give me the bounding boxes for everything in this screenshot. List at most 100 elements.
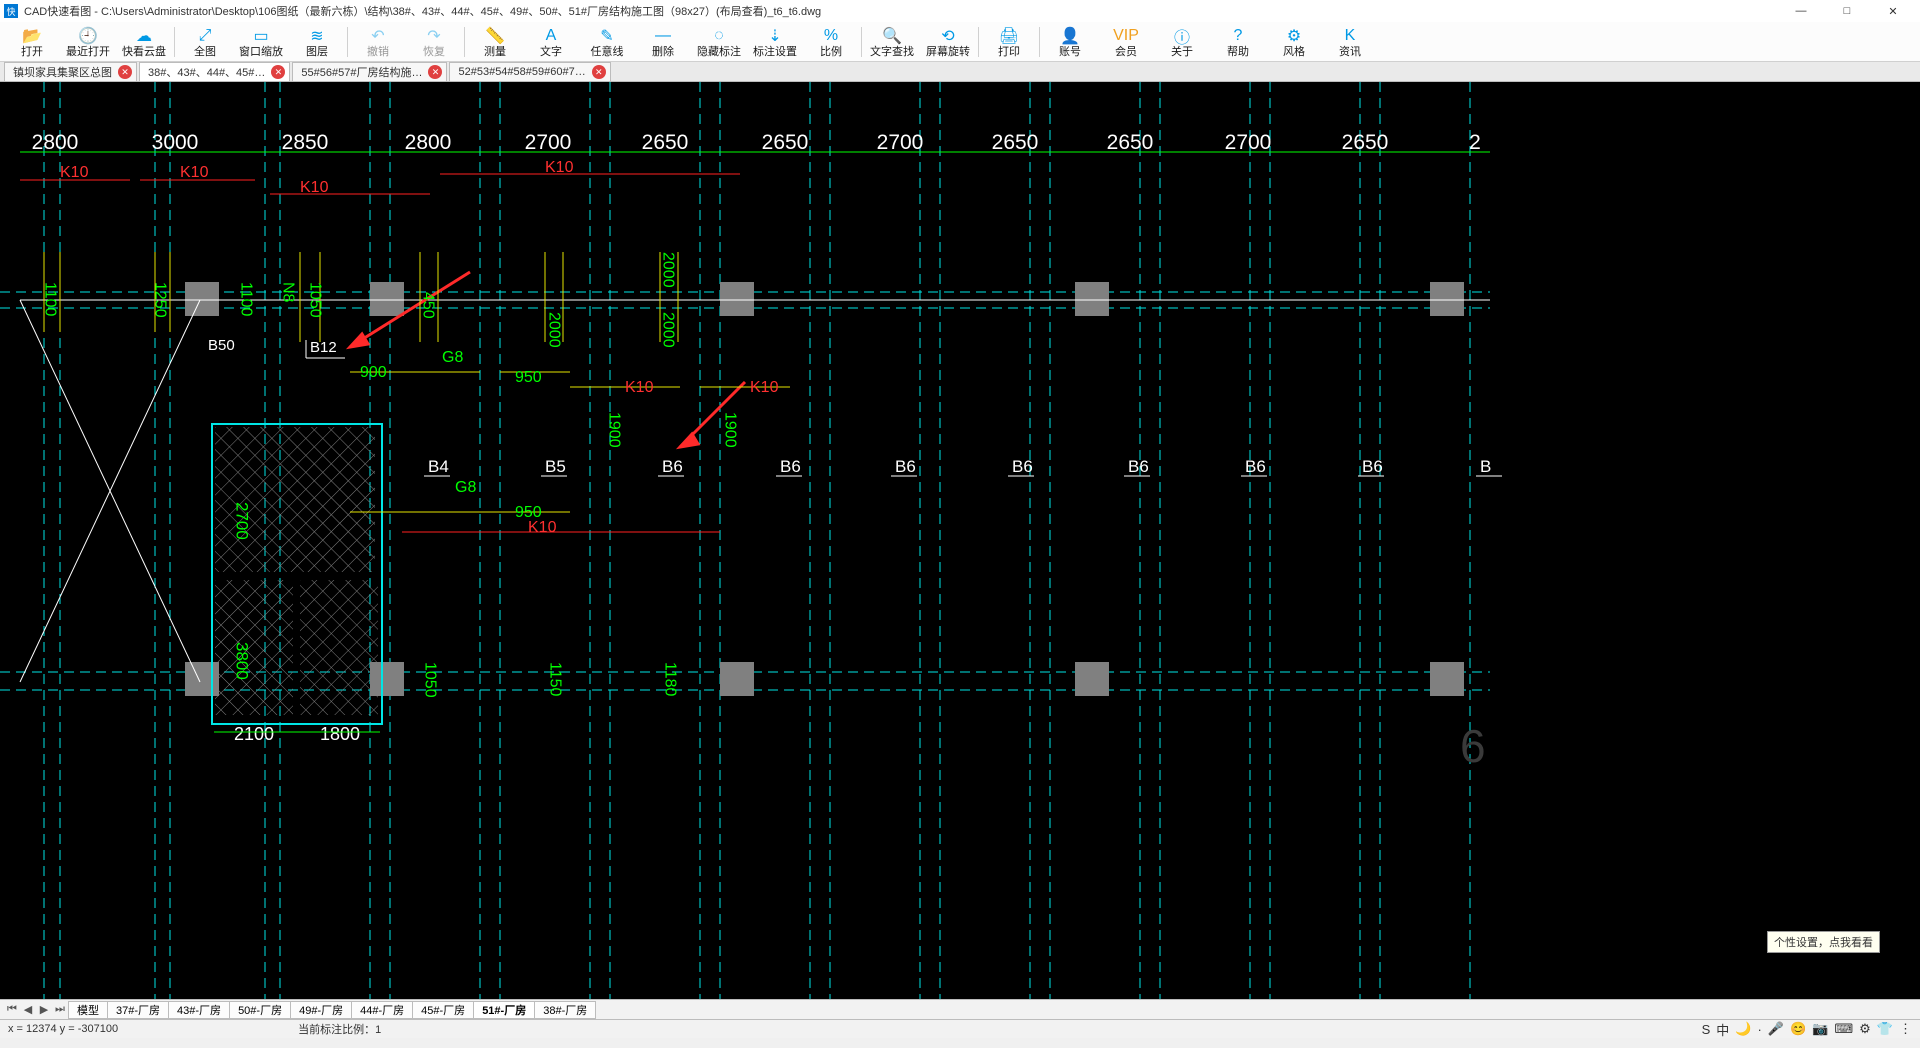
tool-icon: 🔍 [882,26,902,46]
layout-nav[interactable]: ▶ [36,1003,52,1016]
svg-text:2650: 2650 [642,131,689,154]
layout-tab[interactable]: 38#-厂房 [534,1001,596,1019]
layout-nav[interactable]: ◀ [20,1003,36,1016]
tool-删除[interactable]: —删除 [635,22,691,62]
tool-文字[interactable]: A文字 [523,22,579,62]
tray-icon[interactable]: 🌙 [1735,1021,1751,1037]
tool-label: 最近打开 [66,46,110,58]
tool-会员[interactable]: VIP会员 [1098,22,1154,62]
minimize-button[interactable]: — [1778,0,1824,22]
layout-tab[interactable]: 45#-厂房 [412,1001,474,1019]
tray-icon[interactable]: ⋮ [1899,1021,1912,1037]
drawing-canvas[interactable]: 2800300028502800270026502650270026502650… [0,82,1920,999]
layout-tab[interactable]: 49#-厂房 [290,1001,352,1019]
tool-标注设置[interactable]: ⇣标注设置 [747,22,803,62]
tool-恢复[interactable]: ↷恢复 [406,22,462,62]
tool-关于[interactable]: ⓘ关于 [1154,22,1210,62]
tool-打开[interactable]: 📂打开 [4,22,60,62]
svg-text:950: 950 [515,369,542,386]
doc-tab-label: 52#53#54#58#59#60#7… [458,66,585,78]
maximize-button[interactable]: □ [1824,0,1870,22]
doc-tab[interactable]: 52#53#54#58#59#60#7… ✕ [449,62,610,81]
tool-icon: ◌ [709,26,729,46]
tray-icon[interactable]: 📷 [1812,1021,1828,1037]
svg-text:2800: 2800 [32,131,79,154]
svg-text:B12: B12 [310,339,337,356]
svg-text:B6: B6 [1012,457,1033,476]
tray-icon[interactable]: · [1757,1022,1761,1037]
ime-tray[interactable]: S中 🌙 · 🎤 😊 📷 ⌨ ⚙ 👕 ⋮ [1702,1020,1912,1039]
tool-窗口缩放[interactable]: ▭窗口缩放 [233,22,289,62]
tool-打印[interactable]: 🖨打印 [981,22,1037,62]
hint-tooltip[interactable]: 个性设置，点我看看 [1767,931,1880,953]
svg-text:900: 900 [360,364,387,381]
layout-tab[interactable]: 44#-厂房 [351,1001,413,1019]
svg-text:1050: 1050 [307,282,324,318]
tray-icon[interactable]: ⌨ [1834,1021,1853,1037]
close-icon[interactable]: ✕ [118,65,132,79]
svg-text:2700: 2700 [233,502,252,540]
tool-label: 帮助 [1227,46,1249,58]
tool-icon: 👤 [1060,26,1080,46]
svg-text:B5: B5 [545,457,566,476]
svg-text:K10: K10 [300,179,329,196]
layout-tab[interactable]: 37#-厂房 [107,1001,169,1019]
tray-icon[interactable]: S [1702,1022,1711,1037]
svg-text:N8: N8 [280,282,297,303]
svg-text:2000: 2000 [546,312,563,348]
tool-测量[interactable]: 📏测量 [467,22,523,62]
svg-text:1900: 1900 [722,412,739,448]
doc-tab[interactable]: 55#56#57#厂房结构施…✕ [292,62,447,81]
tray-icon[interactable]: 中 [1716,1020,1729,1039]
svg-text:1050: 1050 [422,662,439,698]
tool-账号[interactable]: 👤账号 [1042,22,1098,62]
layout-tab[interactable]: 模型 [68,1001,108,1019]
svg-text:2650: 2650 [992,131,1039,154]
doc-tab[interactable]: 镇坝家具集聚区总图✕ [4,62,137,81]
tray-icon[interactable]: 🎤 [1768,1021,1784,1037]
tool-icon: — [653,26,673,46]
tool-快看云盘[interactable]: ☁快看云盘 [116,22,172,62]
tool-撤销[interactable]: ↶撤销 [350,22,406,62]
tool-比例[interactable]: %比例 [803,22,859,62]
tool-图层[interactable]: ≋图层 [289,22,345,62]
tool-icon: VIP [1116,26,1136,46]
tool-隐藏标注[interactable]: ◌隐藏标注 [691,22,747,62]
svg-text:K10: K10 [625,379,654,396]
layout-nav[interactable]: ⏭ [52,1003,68,1016]
tool-风格[interactable]: ⚙风格 [1266,22,1322,62]
svg-text:1250: 1250 [152,282,169,318]
svg-text:1100: 1100 [42,282,59,317]
tool-全图[interactable]: ⤢全图 [177,22,233,62]
layout-nav[interactable]: ⏮ [4,1003,20,1016]
svg-text:B4: B4 [428,457,449,476]
svg-text:B: B [1480,457,1491,476]
tray-icon[interactable]: 😊 [1790,1021,1806,1037]
tool-屏幕旋转[interactable]: ⟲屏幕旋转 [920,22,976,62]
svg-text:1800: 1800 [320,724,360,744]
doc-tab[interactable]: 38#、43#、44#、45#…✕ [139,62,290,81]
tool-icon: ✎ [597,26,617,46]
tool-帮助[interactable]: ?帮助 [1210,22,1266,62]
tool-icon: ☁ [134,26,154,46]
layout-tab[interactable]: 43#-厂房 [168,1001,230,1019]
svg-text:B6: B6 [1362,457,1383,476]
tool-任意线[interactable]: ✎任意线 [579,22,635,62]
close-button[interactable]: ✕ [1870,0,1916,22]
toolbar: 📂打开🕘最近打开☁快看云盘⤢全图▭窗口缩放≋图层↶撤销↷恢复📏测量A文字✎任意线… [0,22,1920,62]
close-icon[interactable]: ✕ [592,65,606,79]
close-icon[interactable]: ✕ [428,65,442,79]
tray-icon[interactable]: 👕 [1877,1021,1893,1037]
tool-icon: 🖨 [999,26,1019,46]
tool-文字查找[interactable]: 🔍文字查找 [864,22,920,62]
tool-资讯[interactable]: K资讯 [1322,22,1378,62]
svg-text:B6: B6 [780,457,801,476]
layout-tab[interactable]: 51#-厂房 [473,1001,535,1019]
tool-icon: ↷ [424,26,444,46]
tool-最近打开[interactable]: 🕘最近打开 [60,22,116,62]
tool-icon: ? [1228,26,1248,46]
layout-tab[interactable]: 50#-厂房 [229,1001,291,1019]
close-icon[interactable]: ✕ [271,65,285,79]
svg-text:B6: B6 [662,457,683,476]
tray-icon[interactable]: ⚙ [1859,1021,1871,1037]
